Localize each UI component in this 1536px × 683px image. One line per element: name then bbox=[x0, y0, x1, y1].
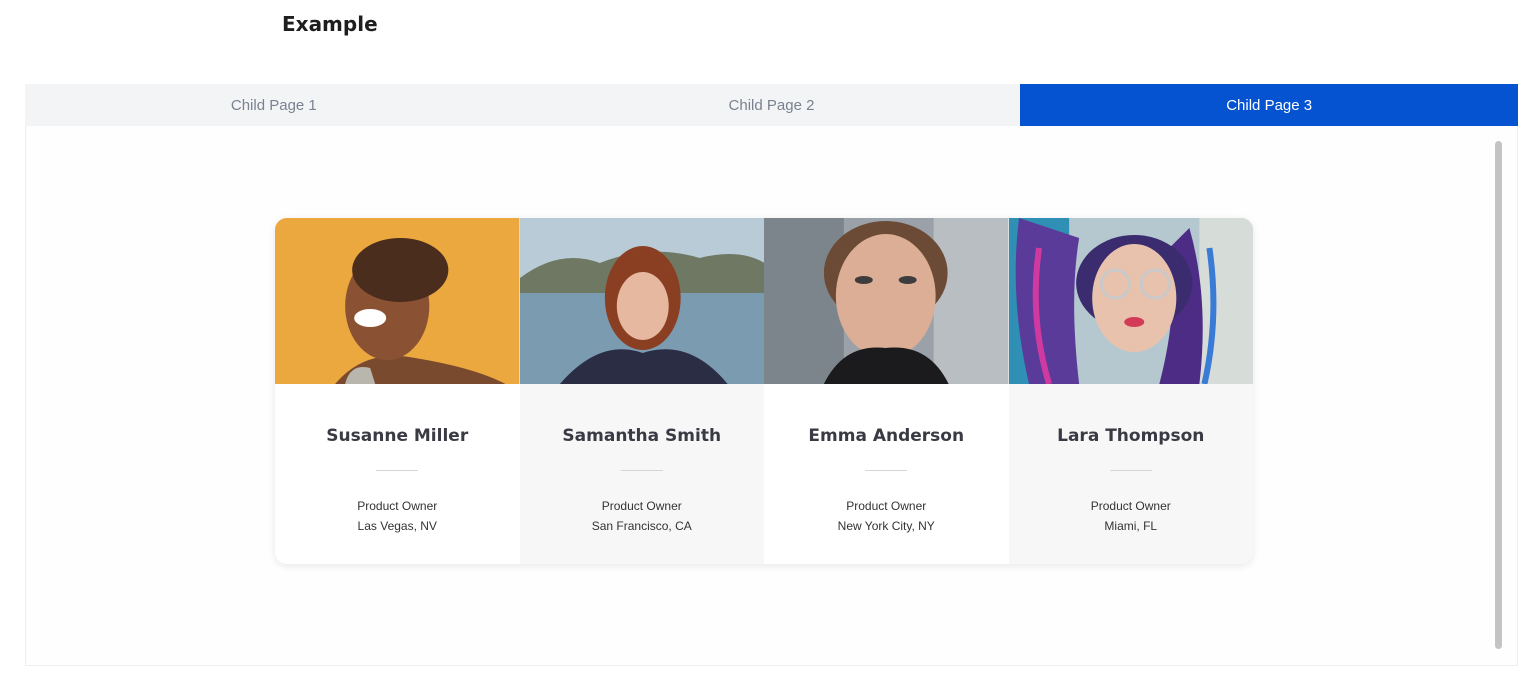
tab-child-page-1[interactable]: Child Page 1 bbox=[25, 84, 523, 126]
team-grid: Susanne Miller Product Owner Las Vegas, … bbox=[275, 218, 1253, 564]
member-name: Lara Thompson bbox=[1057, 426, 1205, 446]
tab-child-page-2[interactable]: Child Page 2 bbox=[523, 84, 1021, 126]
member-location: Miami, FL bbox=[1104, 519, 1158, 533]
page-title: Example bbox=[282, 12, 378, 36]
member-role: Product Owner bbox=[601, 499, 682, 513]
team-card: Lara Thompson Product Owner Miami, FL bbox=[1008, 218, 1253, 564]
photo-susanne-miller bbox=[275, 218, 520, 384]
divider bbox=[620, 470, 663, 471]
member-role: Product Owner bbox=[1090, 499, 1171, 513]
team-card: Emma Anderson Product Owner New York Cit… bbox=[764, 218, 1009, 564]
member-name: Susanne Miller bbox=[326, 426, 469, 446]
scrollbar[interactable] bbox=[1495, 141, 1502, 649]
divider bbox=[376, 470, 419, 471]
content-frame: Susanne Miller Product Owner Las Vegas, … bbox=[25, 126, 1518, 666]
photo-emma-anderson bbox=[764, 218, 1009, 384]
tab-child-page-3[interactable]: Child Page 3 bbox=[1020, 84, 1519, 126]
member-location: San Francisco, CA bbox=[591, 519, 692, 533]
divider bbox=[1109, 470, 1152, 471]
tab-bar: Child Page 1 Child Page 2 Child Page 3 bbox=[25, 84, 1519, 126]
member-name: Samantha Smith bbox=[562, 426, 722, 446]
member-location: New York City, NY bbox=[837, 519, 935, 533]
photo-samantha-smith bbox=[519, 218, 764, 384]
team-card: Samantha Smith Product Owner San Francis… bbox=[519, 218, 764, 564]
photo-lara-thompson bbox=[1008, 218, 1253, 384]
member-name: Emma Anderson bbox=[808, 426, 965, 446]
team-card: Susanne Miller Product Owner Las Vegas, … bbox=[275, 218, 520, 564]
divider bbox=[865, 470, 908, 471]
member-role: Product Owner bbox=[846, 499, 927, 513]
member-role: Product Owner bbox=[357, 499, 438, 513]
member-location: Las Vegas, NV bbox=[357, 519, 437, 533]
